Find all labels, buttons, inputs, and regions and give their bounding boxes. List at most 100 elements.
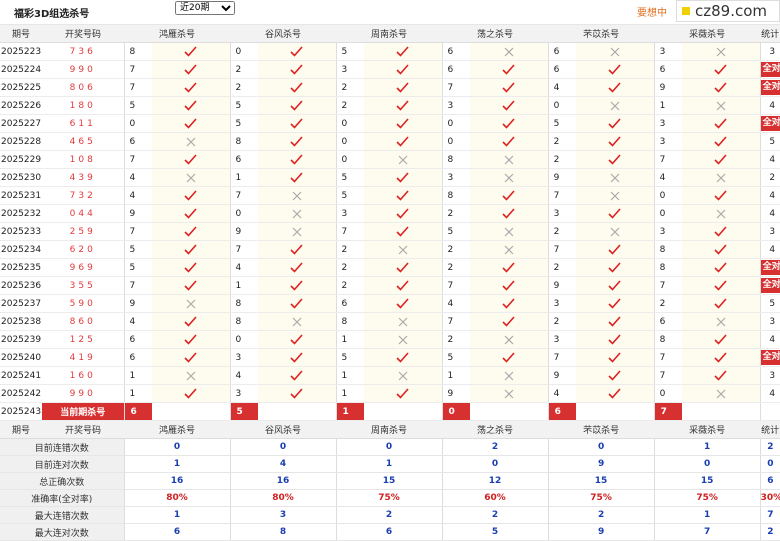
- stat-cell: 全对: [759, 78, 780, 97]
- check-icon: [682, 114, 761, 133]
- summary-value: 8: [229, 523, 337, 541]
- period-number: 2025223: [0, 42, 42, 61]
- kill-number: 2: [547, 258, 577, 277]
- check-icon: [576, 330, 655, 349]
- stat-cell: 全对: [759, 348, 780, 367]
- period-select[interactable]: 近20期: [175, 1, 235, 15]
- kill-number: 2: [547, 312, 577, 331]
- cross-icon: [364, 240, 443, 259]
- kill-number: 0: [441, 114, 471, 133]
- summary-value: 6: [335, 523, 443, 541]
- check-icon: [682, 294, 761, 313]
- cross-icon: [470, 384, 549, 403]
- check-icon: [470, 132, 549, 151]
- kill-number: 6: [441, 60, 471, 79]
- table-row: 2025228 465 6 8 0 0 2 3 5: [0, 132, 780, 151]
- period-number: 2025229: [0, 150, 42, 169]
- kill-number: 7: [229, 240, 259, 259]
- table-row: 2025235 969 5 4 2 2 2 8 全对: [0, 258, 780, 277]
- check-icon: [258, 42, 337, 61]
- kill-number: 0: [229, 42, 259, 61]
- current-kill-number: 5: [229, 402, 259, 421]
- full-correct-badge: 全对: [761, 80, 780, 95]
- draw-number: 969: [42, 258, 124, 277]
- check-icon: [364, 114, 443, 133]
- cross-icon: [682, 42, 761, 61]
- check-icon: [152, 150, 231, 169]
- kill-number: 2: [335, 96, 365, 115]
- kill-number: 3: [335, 204, 365, 223]
- check-icon: [682, 78, 761, 97]
- empty-cell: [576, 402, 655, 421]
- check-icon: [364, 276, 443, 295]
- table-row: 2025237 590 9 8 6 4 3 2 5: [0, 294, 780, 313]
- check-icon: [152, 222, 231, 241]
- kill-number: 7: [123, 78, 152, 97]
- table-row: 2025223 736 8 0 5 6 6 3 3: [0, 42, 780, 61]
- kill-number: 3: [229, 348, 259, 367]
- current-kill-number: 1: [335, 402, 365, 421]
- cross-icon: [364, 366, 443, 385]
- table-row: 2025229 108 7 6 0 8 2 7 4: [0, 150, 780, 169]
- kill-number: 2: [335, 240, 365, 259]
- current-period: 2025243: [0, 402, 42, 421]
- check-icon: [364, 168, 443, 187]
- check-icon: [576, 348, 655, 367]
- kill-number: 8: [441, 150, 471, 169]
- check-icon: [152, 60, 231, 79]
- kill-number: 2: [547, 222, 577, 241]
- kill-number: 4: [229, 366, 259, 385]
- promo-text[interactable]: 要想中: [637, 4, 667, 19]
- kill-number: 7: [441, 78, 471, 97]
- cross-icon: [152, 132, 231, 151]
- kill-number: 2: [335, 276, 365, 295]
- stat-count: 3: [759, 42, 780, 61]
- check-icon: [576, 60, 655, 79]
- kill-number: 2: [441, 258, 471, 277]
- period-number: 2025230: [0, 168, 42, 187]
- cross-icon: [576, 222, 655, 241]
- summary-value: 75%: [653, 489, 761, 507]
- kill-number: 9: [123, 204, 152, 223]
- empty-cell: [682, 402, 761, 421]
- check-icon: [152, 312, 231, 331]
- kill-number: 5: [335, 168, 365, 187]
- col-gufeng: 谷风杀号: [230, 25, 337, 43]
- cross-icon: [152, 366, 231, 385]
- check-icon: [258, 60, 337, 79]
- check-icon: [364, 348, 443, 367]
- summary-row: 总正确次数 16 16 15 12 15 15 6: [0, 472, 780, 490]
- stat-cell: 全对: [759, 114, 780, 133]
- table-header-repeat: 期号 开奖号码 鸿雁杀号 谷风杀号 周南杀号 荡之杀号 芣苡杀号 采薇杀号 统计: [0, 420, 780, 439]
- col-hongyan: 鸿雁杀号: [124, 25, 231, 43]
- check-icon: [576, 258, 655, 277]
- summary-value: 60%: [441, 489, 549, 507]
- summary-value: 2: [335, 506, 443, 524]
- period-number: 2025237: [0, 294, 42, 313]
- kill-number: 9: [547, 276, 577, 295]
- summary-value: 2: [441, 438, 549, 456]
- logo-square-icon: [682, 7, 690, 15]
- kill-number: 2: [229, 78, 259, 97]
- cross-icon: [682, 384, 761, 403]
- period-number: 2025226: [0, 96, 42, 115]
- check-icon: [682, 222, 761, 241]
- cross-icon: [576, 42, 655, 61]
- stat-count: 4: [759, 384, 780, 403]
- stat-count: 4: [759, 96, 780, 115]
- kill-number: 5: [229, 96, 259, 115]
- table-row: 2025236 355 7 1 2 7 9 7 全对: [0, 276, 780, 295]
- summary-row: 目前连对次数 1 4 1 0 9 0 0: [0, 455, 780, 473]
- full-correct-badge: 全对: [761, 62, 780, 77]
- kill-number: 3: [441, 168, 471, 187]
- period-number: 2025225: [0, 78, 42, 97]
- kill-number: 3: [653, 42, 683, 61]
- summary-row: 最大连错次数 1 3 2 2 2 1 7: [0, 506, 780, 524]
- draw-number: 736: [42, 42, 124, 61]
- summary-label: 最大连对次数: [0, 523, 124, 541]
- period-number: 2025234: [0, 240, 42, 259]
- summary-stat: 0: [759, 455, 780, 473]
- summary-value: 0: [123, 438, 231, 456]
- kill-number: 5: [123, 258, 152, 277]
- kill-number: 5: [441, 222, 471, 241]
